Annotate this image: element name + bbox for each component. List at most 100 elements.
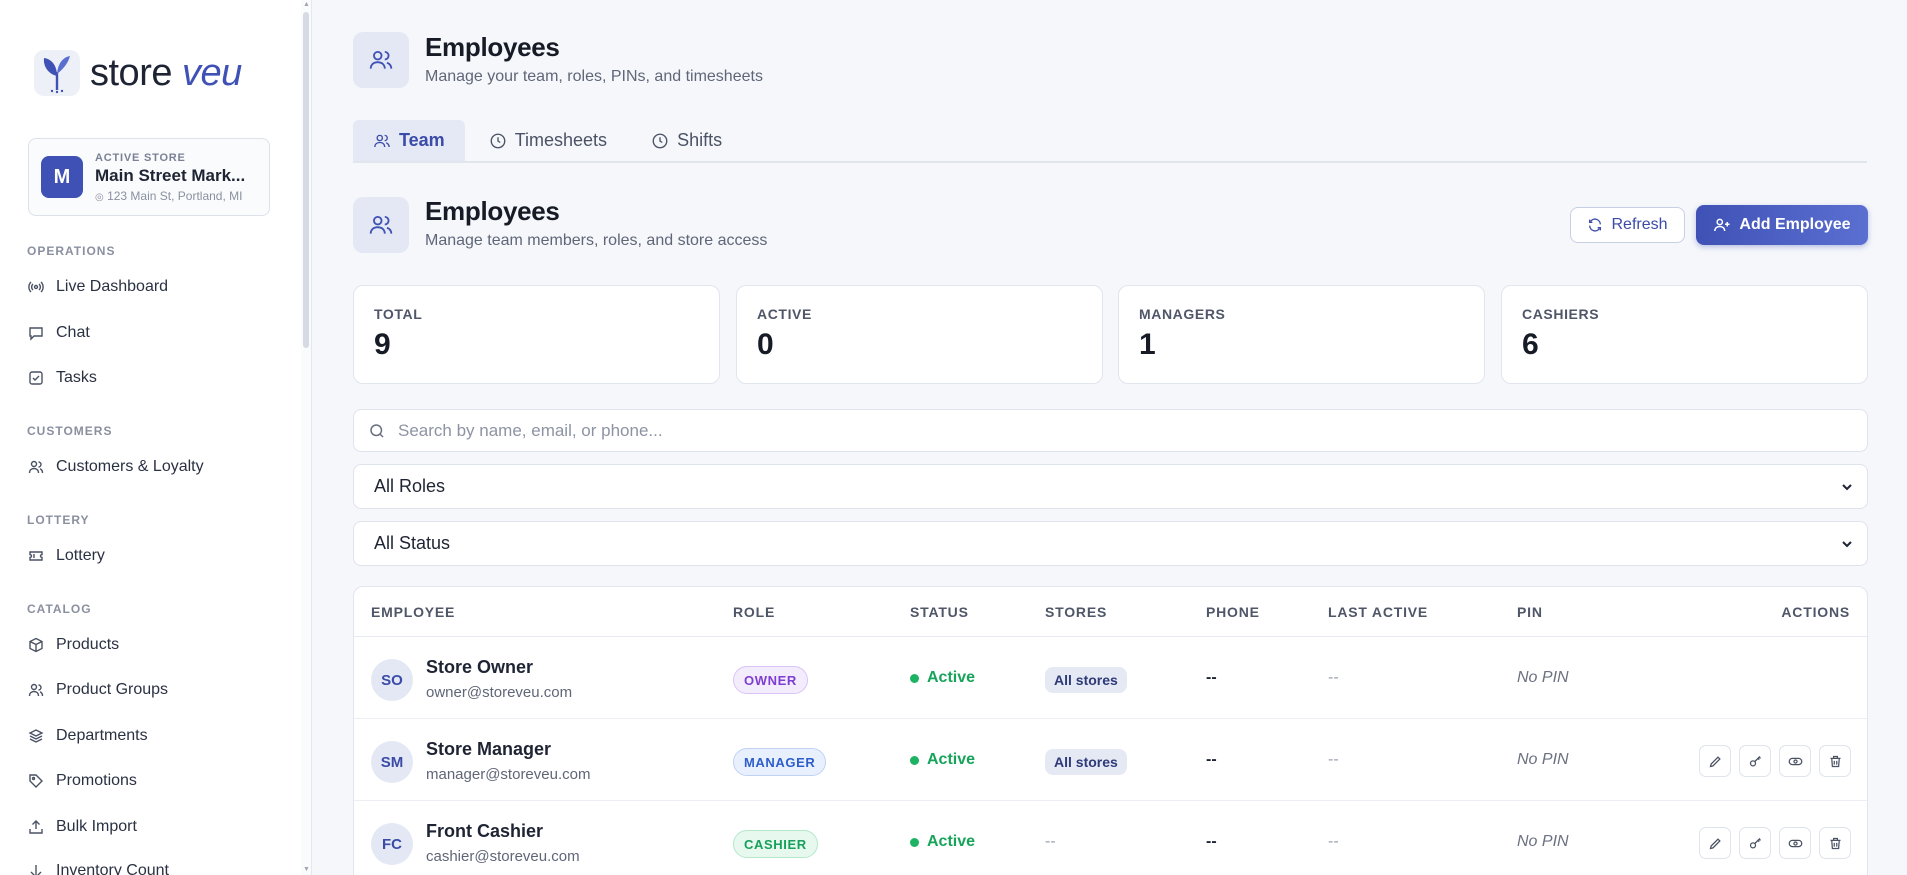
tab-timesheets[interactable]: Timesheets: [469, 120, 627, 161]
pencil-icon: [1709, 837, 1721, 849]
reset-pin-button[interactable]: [1739, 827, 1771, 859]
column-header-stores[interactable]: STORES: [1045, 604, 1107, 620]
sidebar-item-product-groups[interactable]: Product Groups: [28, 681, 168, 699]
sidebar: store veu M ACTIVE STORE Main Street Mar…: [0, 0, 312, 875]
layers-icon: [28, 728, 44, 744]
tab-label: Shifts: [677, 130, 723, 150]
edit-button[interactable]: [1699, 827, 1731, 859]
sidebar-item-label: Promotions: [56, 772, 137, 789]
column-header-role[interactable]: ROLE: [733, 604, 775, 620]
sidebar-item-label: Products: [56, 636, 120, 653]
sidebar-item-live-dashboard[interactable]: Live Dashboard: [28, 278, 168, 296]
location-pin-icon: ◎: [95, 191, 104, 203]
search-box[interactable]: [353, 409, 1868, 452]
sidebar-item-chat[interactable]: Chat: [28, 324, 90, 342]
tab-bar: Team Timesheets Shifts: [353, 120, 1867, 163]
stat-card-active: ACTIVE 0: [736, 285, 1103, 384]
box-icon: [28, 637, 44, 653]
user-plus-icon: [1714, 218, 1730, 232]
stat-card-cashiers: CASHIERS 6: [1501, 285, 1868, 384]
status-filter-value: All Status: [374, 533, 451, 553]
column-header-status[interactable]: STATUS: [910, 604, 969, 620]
tab-label: Timesheets: [514, 130, 608, 150]
refresh-button-label: Refresh: [1611, 216, 1668, 233]
last-active-value: --: [1328, 669, 1339, 686]
avatar: SM: [371, 741, 413, 783]
store-avatar: M: [41, 156, 83, 198]
edit-button[interactable]: [1699, 745, 1731, 777]
table-row[interactable]: SO Store Owner owner@storeveu.com OWNER …: [354, 637, 1867, 719]
toggle-status-button[interactable]: [1779, 827, 1811, 859]
column-header-phone[interactable]: PHONE: [1206, 604, 1260, 620]
status-filter-select[interactable]: All Status: [353, 521, 1868, 566]
stores-badge: All stores: [1045, 749, 1127, 775]
pin-value: No PIN: [1517, 751, 1569, 768]
sidebar-item-customers-loyalty[interactable]: Customers & Loyalty: [28, 458, 204, 476]
employee-email: cashier@storeveu.com: [426, 848, 580, 865]
employees-table: EMPLOYEE ROLE STATUS STORES PHONE LAST A…: [353, 586, 1868, 875]
sidebar-item-bulk-import[interactable]: Bulk Import: [28, 818, 137, 836]
column-header-pin[interactable]: PIN: [1517, 604, 1543, 620]
stores-value: --: [1045, 833, 1056, 850]
role-filter-select[interactable]: All Roles: [353, 464, 1868, 509]
sidebar-item-inventory-count[interactable]: Inventory Count: [28, 862, 169, 875]
search-icon: [370, 423, 384, 438]
sidebar-item-lottery[interactable]: Lottery: [28, 547, 105, 565]
ticket-icon: [28, 548, 44, 564]
sprout-logo-icon: [34, 50, 80, 96]
checkbox-icon: [28, 370, 44, 386]
stat-card-total: TOTAL 9: [353, 285, 720, 384]
column-header-employee[interactable]: EMPLOYEE: [371, 604, 455, 620]
phone-value: --: [1206, 751, 1217, 768]
sidebar-scrollbar[interactable]: ▲ ▼: [301, 0, 311, 875]
store-kicker: ACTIVE STORE: [95, 151, 186, 164]
status-badge: Active: [910, 751, 975, 769]
row-actions: [1699, 827, 1851, 859]
nav-section-operations: OPERATIONS: [27, 244, 116, 258]
sidebar-item-departments[interactable]: Departments: [28, 727, 148, 745]
key-icon: [1749, 837, 1761, 848]
clipboard-icon: [28, 863, 44, 875]
users-icon: [374, 134, 390, 147]
active-store-card[interactable]: M ACTIVE STORE Main Street Mark... ◎ 123…: [28, 138, 270, 216]
role-badge: OWNER: [733, 666, 808, 694]
scrollbar-thumb[interactable]: [303, 12, 309, 348]
section-title: Employees: [425, 196, 560, 226]
column-header-last-active[interactable]: LAST ACTIVE: [1328, 604, 1428, 620]
add-employee-button-label: Add Employee: [1739, 216, 1851, 233]
search-input[interactable]: [398, 420, 1853, 441]
brand-logo[interactable]: store veu: [34, 50, 242, 96]
scroll-up-icon[interactable]: ▲: [303, 1, 310, 8]
tag-icon: [28, 773, 44, 789]
sidebar-item-promotions[interactable]: Promotions: [28, 772, 137, 790]
phone-value: --: [1206, 833, 1217, 850]
toggle-status-button[interactable]: [1779, 745, 1811, 777]
scroll-down-icon[interactable]: ▼: [303, 866, 310, 873]
status-text: Active: [927, 669, 976, 686]
chat-icon: [28, 325, 44, 341]
stat-label: TOTAL: [374, 306, 423, 322]
add-employee-button[interactable]: Add Employee: [1696, 205, 1868, 245]
refresh-button[interactable]: Refresh: [1570, 207, 1685, 243]
tab-shifts[interactable]: Shifts: [631, 120, 742, 161]
sidebar-item-products[interactable]: Products: [28, 636, 119, 654]
tab-team[interactable]: Team: [353, 120, 465, 161]
brand-name-main: store: [90, 51, 172, 94]
sidebar-item-label: Departments: [56, 727, 148, 744]
table-row[interactable]: SM Store Manager manager@storeveu.com MA…: [354, 719, 1867, 801]
reset-pin-button[interactable]: [1739, 745, 1771, 777]
store-address-text: 123 Main St, Portland, MI: [107, 188, 243, 203]
store-info: ACTIVE STORE Main Street Mark... ◎ 123 M…: [95, 152, 245, 203]
stores-badge: All stores: [1045, 667, 1127, 693]
stat-value: 9: [374, 328, 391, 361]
status-text: Active: [927, 833, 976, 850]
table-row[interactable]: FC Front Cashier cashier@storeveu.com CA…: [354, 801, 1867, 875]
sidebar-item-tasks[interactable]: Tasks: [28, 369, 97, 387]
last-active-value: --: [1328, 751, 1339, 768]
clock-icon: [652, 133, 668, 148]
delete-button[interactable]: [1819, 745, 1851, 777]
chevron-down-icon: [1842, 483, 1852, 490]
role-badge: CASHIER: [733, 830, 818, 858]
delete-button[interactable]: [1819, 827, 1851, 859]
toggle-icon: [1788, 757, 1802, 765]
